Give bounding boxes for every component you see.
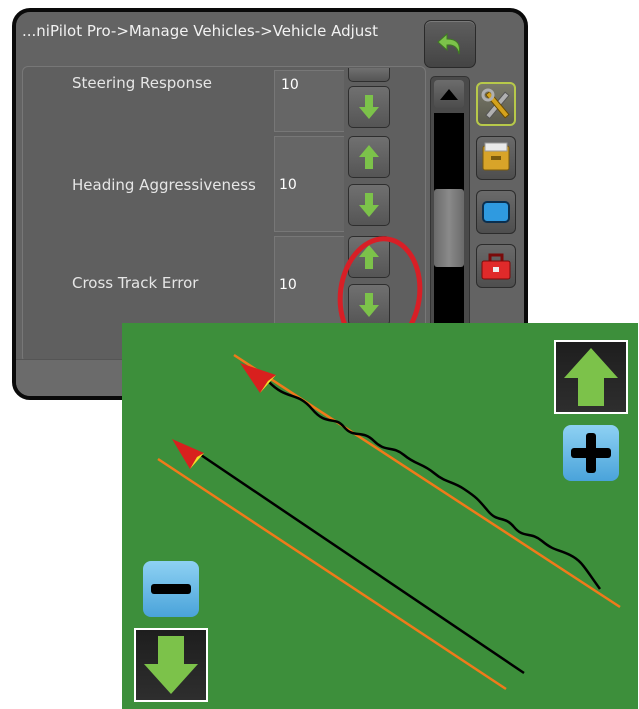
heading-aggressiveness-value-text: 10 [279,177,297,193]
back-button[interactable] [424,20,476,68]
steering-response-increase-button[interactable] [348,68,390,82]
tab-toolbox[interactable] [476,244,516,288]
decrease-arrow-button[interactable] [134,628,208,702]
minus-icon [151,584,191,594]
tab-file-cabinet[interactable] [476,136,516,180]
heading-aggressiveness-value[interactable]: 10 [274,136,344,232]
green-up-arrow-icon [359,145,379,169]
cross-track-error-label: Cross Track Error [72,274,199,292]
vehicle-path-lower [197,451,525,675]
heading-aggressiveness-decrease-button[interactable] [348,184,390,226]
plus-button[interactable] [563,425,619,481]
breadcrumb: ...niPilot Pro->Manage Vehicles->Vehicle… [22,22,379,40]
green-down-arrow-icon [144,636,198,694]
cross-track-error-value-text: 10 [279,277,297,293]
display-icon [482,201,510,223]
back-arrow-icon [437,32,460,55]
steering-response-value[interactable]: 10 [274,70,344,132]
tab-display[interactable] [476,190,516,234]
vehicle-arrow-icon-upper [240,363,276,393]
scroll-up-button[interactable] [434,80,464,108]
green-down-arrow-icon [359,193,379,217]
tab-tools[interactable] [476,82,516,126]
scrollbar[interactable] [430,76,470,340]
file-cabinet-icon [482,142,510,171]
guidance-line-lower [157,457,507,691]
increase-arrow-button[interactable] [554,340,628,414]
green-down-arrow-icon [359,95,379,119]
cross-track-error-value[interactable]: 10 [274,236,344,332]
green-up-arrow-icon [564,348,618,406]
triangle-up-icon [440,89,458,100]
minus-button[interactable] [143,561,199,617]
heading-aggressiveness-increase-button[interactable] [348,136,390,178]
steering-response-label: Steering Response [72,74,213,92]
tools-icon [481,88,510,120]
toolbox-icon [481,253,511,280]
vehicle-arrow-icon-lower [172,439,204,469]
plus-icon [571,433,611,473]
guidance-field [122,323,638,709]
steering-response-decrease-button[interactable] [348,86,390,128]
heading-aggressiveness-label: Heading Aggressiveness [72,176,256,194]
scroll-thumb[interactable] [434,189,464,267]
